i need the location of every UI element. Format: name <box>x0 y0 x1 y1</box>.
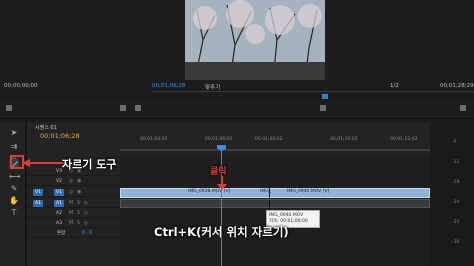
track-name: A3 <box>56 221 62 226</box>
slip-tool-icon[interactable]: ⟷ <box>9 172 20 182</box>
track-name[interactable]: V1 <box>54 189 64 196</box>
type-tool-icon[interactable]: T <box>9 208 19 218</box>
track-select-tool-icon[interactable]: ⇉ <box>9 142 19 152</box>
timeline-timecode[interactable]: 00;01;06;28 <box>40 132 80 140</box>
track-name: V2 <box>56 179 62 184</box>
track-name: 혼합 <box>56 231 66 236</box>
razor-cut-line <box>269 188 270 208</box>
source-patch-v1[interactable]: V1 <box>33 189 43 196</box>
track-header-v2[interactable]: V2 ◎ ◉ <box>27 177 120 186</box>
annotation-arrow-icon <box>217 176 227 190</box>
video-clip[interactable] <box>120 188 430 198</box>
track-controls[interactable]: ◎ ◉ <box>69 178 82 184</box>
step-back-icon[interactable] <box>120 105 126 111</box>
meter-tick: -30 <box>452 220 460 225</box>
audio-clip[interactable] <box>120 199 430 208</box>
sequence-tab[interactable]: 시퀀스 01 <box>35 124 57 131</box>
settings-icon[interactable] <box>460 105 466 111</box>
ruler-tick-label: 00;01;06;02 <box>205 137 233 142</box>
meter-tick: -6 <box>452 140 457 145</box>
source-patch-a1[interactable]: A1 <box>33 200 43 207</box>
track-header-a2[interactable]: A2 M S ◎ <box>27 209 120 218</box>
program-video-frame <box>185 0 325 80</box>
program-monitor-scrubber[interactable] <box>152 91 474 95</box>
monitor-controls-bar <box>0 99 474 119</box>
track-header-a1[interactable]: A1 A1 M S ◎ <box>27 199 120 208</box>
resolution-dropdown[interactable]: 1/2 <box>390 83 399 89</box>
meter-tick: -24 <box>452 200 460 205</box>
pen-tool-icon[interactable]: ✎ <box>9 184 19 194</box>
meter-tick: -36 <box>452 240 460 245</box>
source-timecode: 00;00;00;00 <box>4 83 38 89</box>
track-header-v1[interactable]: V1 V1 ◎ ◉ <box>27 188 120 197</box>
track-name: A2 <box>56 211 62 216</box>
meter-tick: -18 <box>452 180 460 185</box>
track-controls[interactable]: ◎ ◉ <box>69 189 82 195</box>
hand-tool-icon[interactable]: ✋ <box>9 196 19 206</box>
tools-panel: ➤ ⇉ ⇹ ⟷ ✎ ✋ T <box>0 122 26 266</box>
fit-dropdown[interactable]: 맞추기 <box>205 83 220 91</box>
meter-tick: -12 <box>452 160 460 165</box>
track-header-mix[interactable]: 혼합 0.0 <box>27 229 120 238</box>
play-icon[interactable] <box>135 105 141 111</box>
step-forward-icon[interactable] <box>320 105 326 111</box>
track-controls[interactable]: M S ◎ <box>69 210 89 216</box>
program-duration-timecode: 00;01;28;29 <box>440 83 474 89</box>
marker-icon[interactable] <box>6 105 12 111</box>
ruler-tick-label: 00;01;08;02 <box>255 137 283 142</box>
mix-value[interactable]: 0.0 <box>82 230 93 236</box>
program-current-timecode: 00;01;06;28 <box>152 83 186 89</box>
clip-label: IMG_0940.MOV [V] <box>287 189 330 194</box>
source-monitor <box>0 0 150 95</box>
selection-tool-icon[interactable]: ➤ <box>9 128 19 138</box>
track-controls[interactable]: M S ◎ <box>69 200 89 206</box>
shortcut-annotation: Ctrl+K(커서 위치 자르기) <box>154 225 289 239</box>
work-area-bar[interactable] <box>120 149 430 151</box>
track-header-a3[interactable]: A3 M S ◎ <box>27 219 120 228</box>
razor-tool-annotation: 자르기 도구 <box>62 158 117 171</box>
ruler-tick-label: 00;01;10;02 <box>330 137 358 142</box>
ruler-tick-label: 00;01;04;02 <box>140 137 168 142</box>
track-name[interactable]: A1 <box>54 200 64 207</box>
ruler-tick-label: 00;01;12;02 <box>390 137 418 142</box>
track-controls[interactable]: M S ◎ <box>69 220 89 226</box>
